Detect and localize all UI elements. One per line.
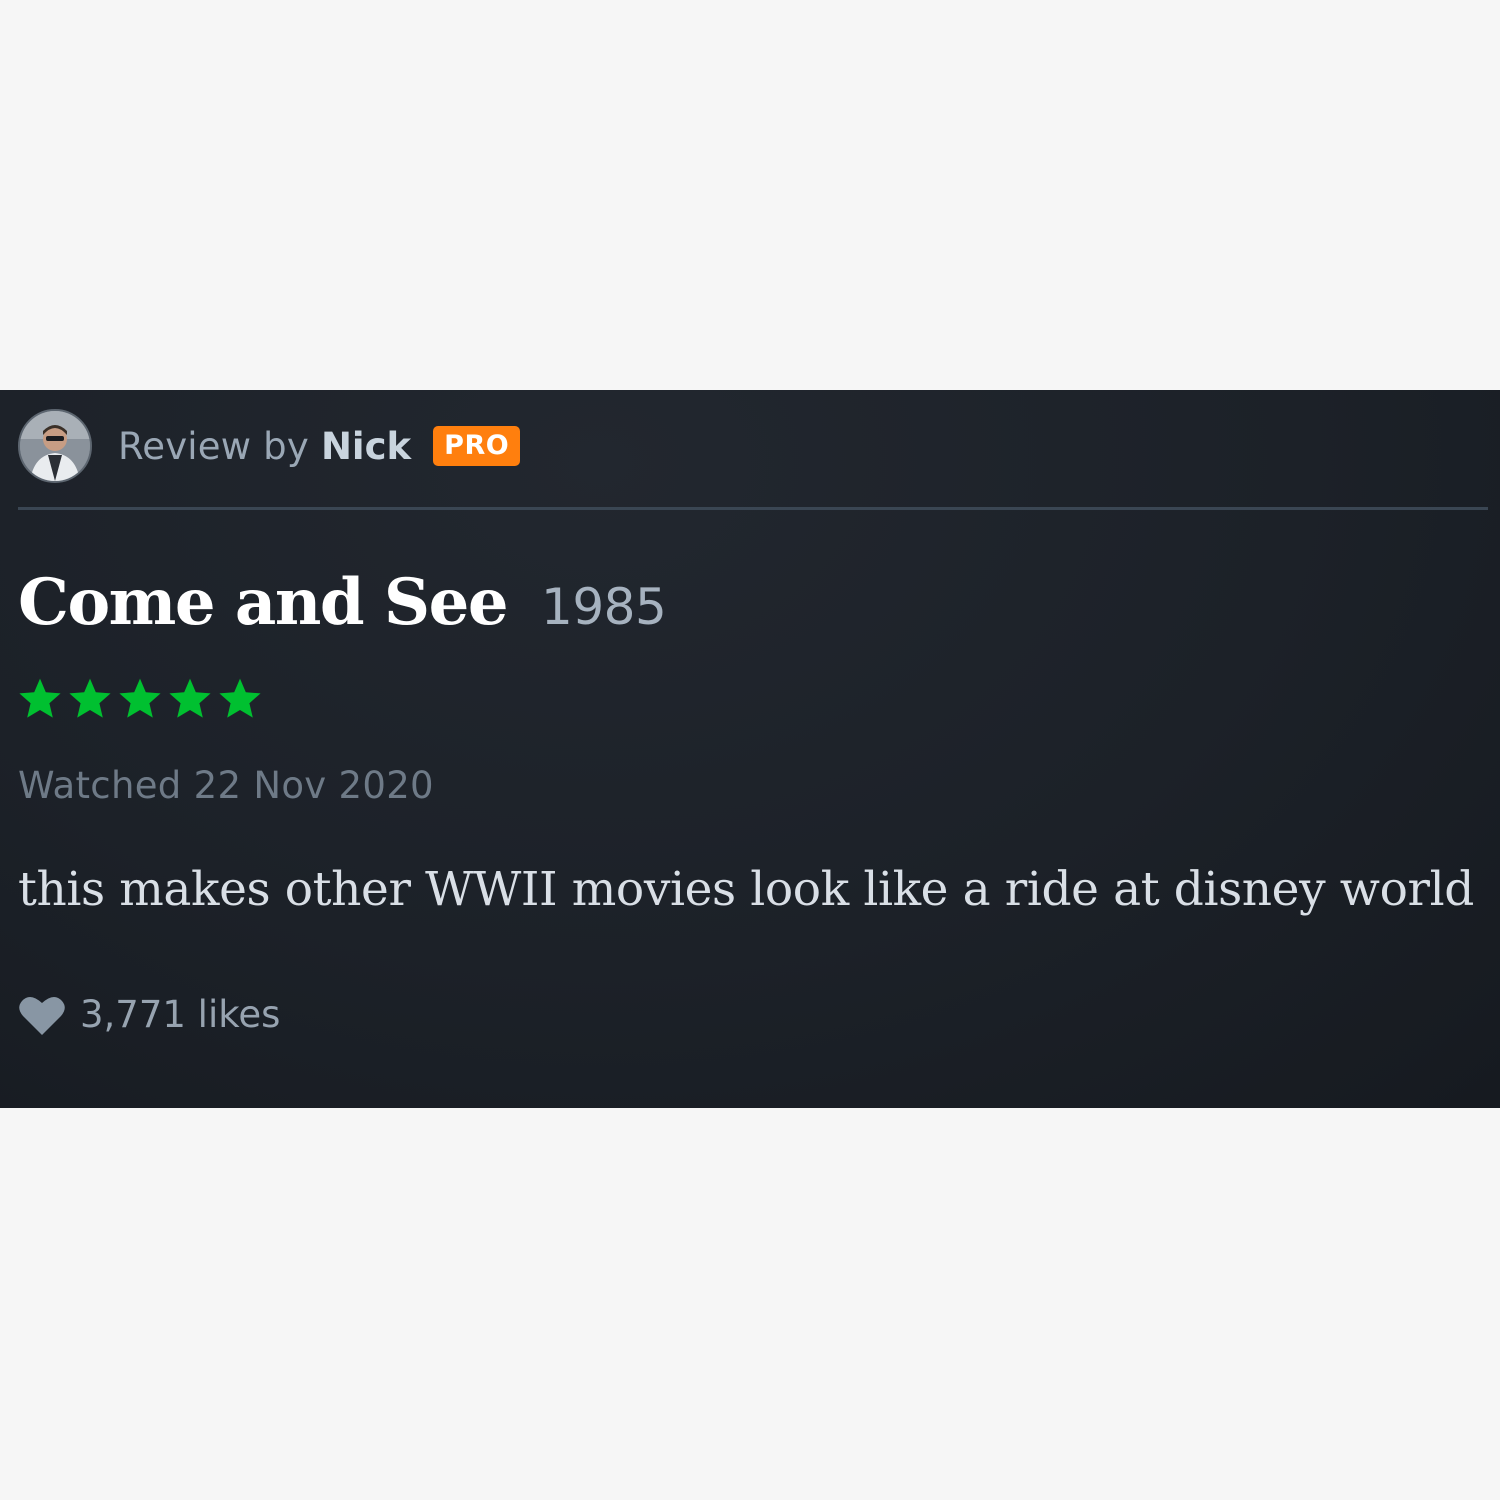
user-avatar-icon [20,411,90,481]
review-body: this makes other WWII movies look like a… [18,862,1474,917]
film-title[interactable]: Come and See [18,565,509,640]
likes-row[interactable]: 3,771 likes [18,993,280,1036]
film-year[interactable]: 1985 [541,578,667,636]
star-rating [16,675,264,723]
star-icon [116,675,164,723]
star-icon [16,675,64,723]
star-icon [166,675,214,723]
pro-badge: PRO [433,426,521,466]
header-divider [18,507,1488,510]
avatar[interactable] [18,409,92,483]
film-heading: Come and See 1985 [18,565,667,640]
review-card: Review by Nick PRO Come and See 1985 Wat… [0,390,1500,1108]
watched-date: Watched 22 Nov 2020 [18,764,434,807]
review-by-label: Review by [118,424,309,468]
author-name[interactable]: Nick [321,425,411,468]
review-header: Review by Nick PRO [18,407,521,485]
heart-icon[interactable] [18,994,66,1036]
star-icon [216,675,264,723]
likes-count: 3,771 likes [80,993,281,1036]
star-icon [66,675,114,723]
